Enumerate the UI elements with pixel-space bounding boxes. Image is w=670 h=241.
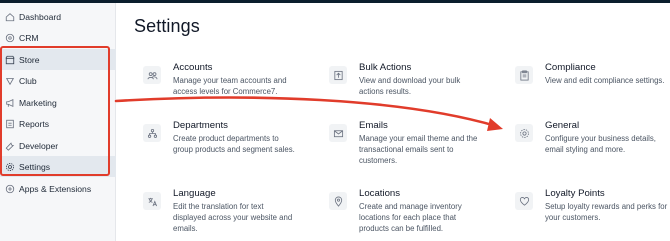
card-title: Locations (359, 188, 401, 199)
card-description: Manage your email theme and the transact… (359, 134, 478, 165)
settings-card-language[interactable]: Language Edit the translation for text d… (143, 188, 313, 238)
sidebar-item-reports[interactable]: Reports (0, 113, 116, 134)
home-icon (5, 12, 15, 22)
sidebar-item-label: Club (19, 75, 37, 86)
settings-card-general[interactable]: General Configure your business details,… (515, 120, 670, 170)
gear-icon (515, 124, 533, 142)
sidebar-item-label: Settings (19, 161, 51, 172)
sidebar: Dashboard CRM Store Club Marketing Repor… (0, 3, 116, 241)
settings-card-accounts[interactable]: Accounts Manage your team accounts and a… (143, 62, 313, 112)
translate-icon (143, 192, 161, 210)
sidebar-item-label: Developer (19, 140, 59, 151)
card-description: Manage your team accounts and access lev… (173, 76, 287, 96)
settings-card-bulk-actions[interactable]: Bulk Actions View and download your bulk… (329, 62, 499, 112)
settings-card-departments[interactable]: Departments Create product departments t… (143, 120, 313, 170)
card-description: Create product departments to group prod… (173, 134, 295, 154)
card-description: Edit the translation for text displayed … (173, 202, 293, 233)
settings-card-locations[interactable]: Locations Create and manage inventory lo… (329, 188, 499, 238)
sidebar-item-apps-extensions[interactable]: Apps & Extensions (0, 178, 116, 199)
sidebar-item-crm[interactable]: CRM (0, 27, 116, 48)
page-title: Settings (134, 16, 200, 36)
wrench-icon (5, 141, 15, 151)
card-title: General (545, 120, 580, 131)
sidebar-item-label: Apps & Extensions (19, 183, 92, 194)
card-title: Accounts (173, 62, 213, 73)
settings-card-loyalty-points[interactable]: Loyalty Points Setup loyalty rewards and… (515, 188, 670, 238)
org-chart-icon (143, 124, 161, 142)
sidebar-item-label: Marketing (19, 97, 57, 108)
sidebar-item-label: Reports (19, 118, 50, 129)
club-icon (5, 76, 15, 86)
card-description: View and download your bulk actions resu… (359, 76, 461, 96)
card-title: Loyalty Points (545, 188, 605, 199)
sidebar-item-developer[interactable]: Developer (0, 135, 116, 156)
sidebar-item-label: Store (19, 54, 40, 65)
card-description: Configure your business details, email s… (545, 134, 656, 154)
sidebar-item-store[interactable]: Store (0, 49, 116, 70)
sidebar-item-dashboard[interactable]: Dashboard (0, 6, 116, 27)
card-title: Language (173, 188, 216, 199)
gear-icon (5, 162, 15, 172)
apps-icon (5, 184, 15, 194)
main-content: Settings Accounts Manage your team accou… (117, 3, 670, 241)
crm-icon (5, 33, 15, 43)
sidebar-item-marketing[interactable]: Marketing (0, 92, 116, 113)
heart-icon (515, 192, 533, 210)
clipboard-icon (515, 66, 533, 84)
sidebar-item-settings[interactable]: Settings (0, 156, 116, 177)
card-title: Emails (359, 120, 388, 131)
users-icon (143, 66, 161, 84)
envelope-icon (329, 124, 347, 142)
settings-card-compliance[interactable]: Compliance View and edit compliance sett… (515, 62, 670, 112)
sidebar-item-label: Dashboard (19, 11, 62, 22)
sidebar-item-label: CRM (19, 32, 39, 43)
map-pin-icon (329, 192, 347, 210)
card-title: Compliance (545, 62, 596, 73)
upload-icon (329, 66, 347, 84)
card-description: Create and manage inventory locations fo… (359, 202, 462, 233)
megaphone-icon (5, 98, 15, 108)
card-title: Bulk Actions (359, 62, 412, 73)
reports-icon (5, 119, 15, 129)
sidebar-item-club[interactable]: Club (0, 70, 116, 91)
card-description: View and edit compliance settings. (545, 76, 665, 85)
settings-card-emails[interactable]: Emails Manage your email theme and the t… (329, 120, 499, 170)
card-description: Setup loyalty rewards and perks for your… (545, 202, 668, 222)
store-icon (5, 55, 15, 65)
card-title: Departments (173, 120, 228, 131)
